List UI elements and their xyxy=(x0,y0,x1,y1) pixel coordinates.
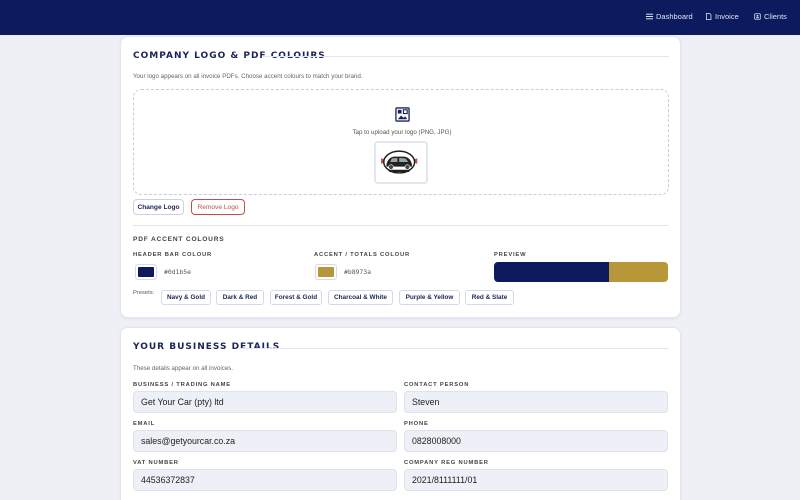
email-label: EMAIL xyxy=(133,421,156,427)
header-bar-colour-picker[interactable] xyxy=(135,264,157,280)
contact-person-input[interactable]: Steven xyxy=(404,391,668,413)
trading-name-label: BUSINESS / TRADING NAME xyxy=(133,382,231,388)
contact-person-label: CONTACT PERSON xyxy=(404,382,470,388)
preset-purple-yellow[interactable]: Purple & Yellow xyxy=(399,290,460,305)
presets-label: Presets: xyxy=(133,290,155,296)
preview-label: PREVIEW xyxy=(494,252,527,258)
nav-invoice-label: Invoice xyxy=(715,12,739,21)
preset-dark-red[interactable]: Dark & Red xyxy=(216,290,264,305)
logo-preview-image xyxy=(374,141,428,184)
preset-forest-gold[interactable]: Forest & Gold xyxy=(270,290,322,305)
accent-swatch-fill xyxy=(318,267,334,277)
image-icon xyxy=(395,107,410,122)
nav-invoice[interactable]: Invoice xyxy=(705,12,739,21)
header-bar-hex: #0d1b5e xyxy=(164,268,191,276)
email-input[interactable]: sales@getyourcar.co.za xyxy=(133,430,397,452)
nav-dashboard[interactable]: Dashboard xyxy=(646,12,693,21)
accent-hex: #b8973a xyxy=(344,268,371,276)
accent-colour-picker[interactable] xyxy=(315,264,337,280)
remove-logo-button[interactable]: Remove Logo xyxy=(191,199,245,215)
nav-dashboard-label: Dashboard xyxy=(656,12,693,21)
title-divider xyxy=(263,56,669,57)
accent-colours-heading: PDF ACCENT COLOURS xyxy=(133,236,225,243)
logo-dropzone[interactable]: Tap to upload your logo (PNG, JPG) xyxy=(133,89,669,195)
people-icon xyxy=(754,13,761,20)
colour-preview-bar xyxy=(494,262,668,282)
header-bar-swatch-fill xyxy=(138,267,154,277)
header-bar-label: HEADER BAR COLOUR xyxy=(133,252,212,258)
preset-navy-gold[interactable]: Navy & Gold xyxy=(161,290,211,305)
business-description: These details appear on all invoices. xyxy=(133,365,234,372)
vat-number-label: VAT NUMBER xyxy=(133,460,179,466)
preview-header-segment xyxy=(494,262,609,282)
top-navbar: Dashboard Invoice Clients xyxy=(0,0,800,35)
company-reg-input[interactable]: 2021/8111111/01 xyxy=(404,469,668,491)
nav-clients-label: Clients xyxy=(764,12,787,21)
list-icon xyxy=(646,13,653,20)
phone-label: PHONE xyxy=(404,421,429,427)
vat-number-input[interactable]: 44536372837 xyxy=(133,469,397,491)
title-divider xyxy=(239,348,669,349)
company-reg-label: COMPANY REG NUMBER xyxy=(404,460,489,466)
logo-description: Your logo appears on all invoice PDFs. C… xyxy=(133,73,363,80)
accent-colour-label: ACCENT / TOTALS COLOUR xyxy=(314,252,410,258)
business-details-title: YOUR BUSINESS DETAILS xyxy=(133,342,281,352)
business-details-card: YOUR BUSINESS DETAILS These details appe… xyxy=(120,327,681,500)
trading-name-input[interactable]: Get Your Car (pty) ltd xyxy=(133,391,397,413)
phone-input[interactable]: 0828008000 xyxy=(404,430,668,452)
car-logo xyxy=(381,150,418,174)
preview-accent-segment xyxy=(609,262,668,282)
nav-clients[interactable]: Clients xyxy=(754,12,787,21)
logo-colours-card: COMPANY LOGO & PDF COLOURS Your logo app… xyxy=(120,36,681,318)
change-logo-button[interactable]: Change Logo xyxy=(133,199,184,215)
preset-charcoal-white[interactable]: Charcoal & White xyxy=(328,290,393,305)
document-icon xyxy=(706,13,712,20)
section-divider xyxy=(133,225,669,226)
preset-red-slate[interactable]: Red & Slate xyxy=(465,290,514,305)
upload-instruction: Tap to upload your logo (PNG, JPG) xyxy=(352,129,452,136)
